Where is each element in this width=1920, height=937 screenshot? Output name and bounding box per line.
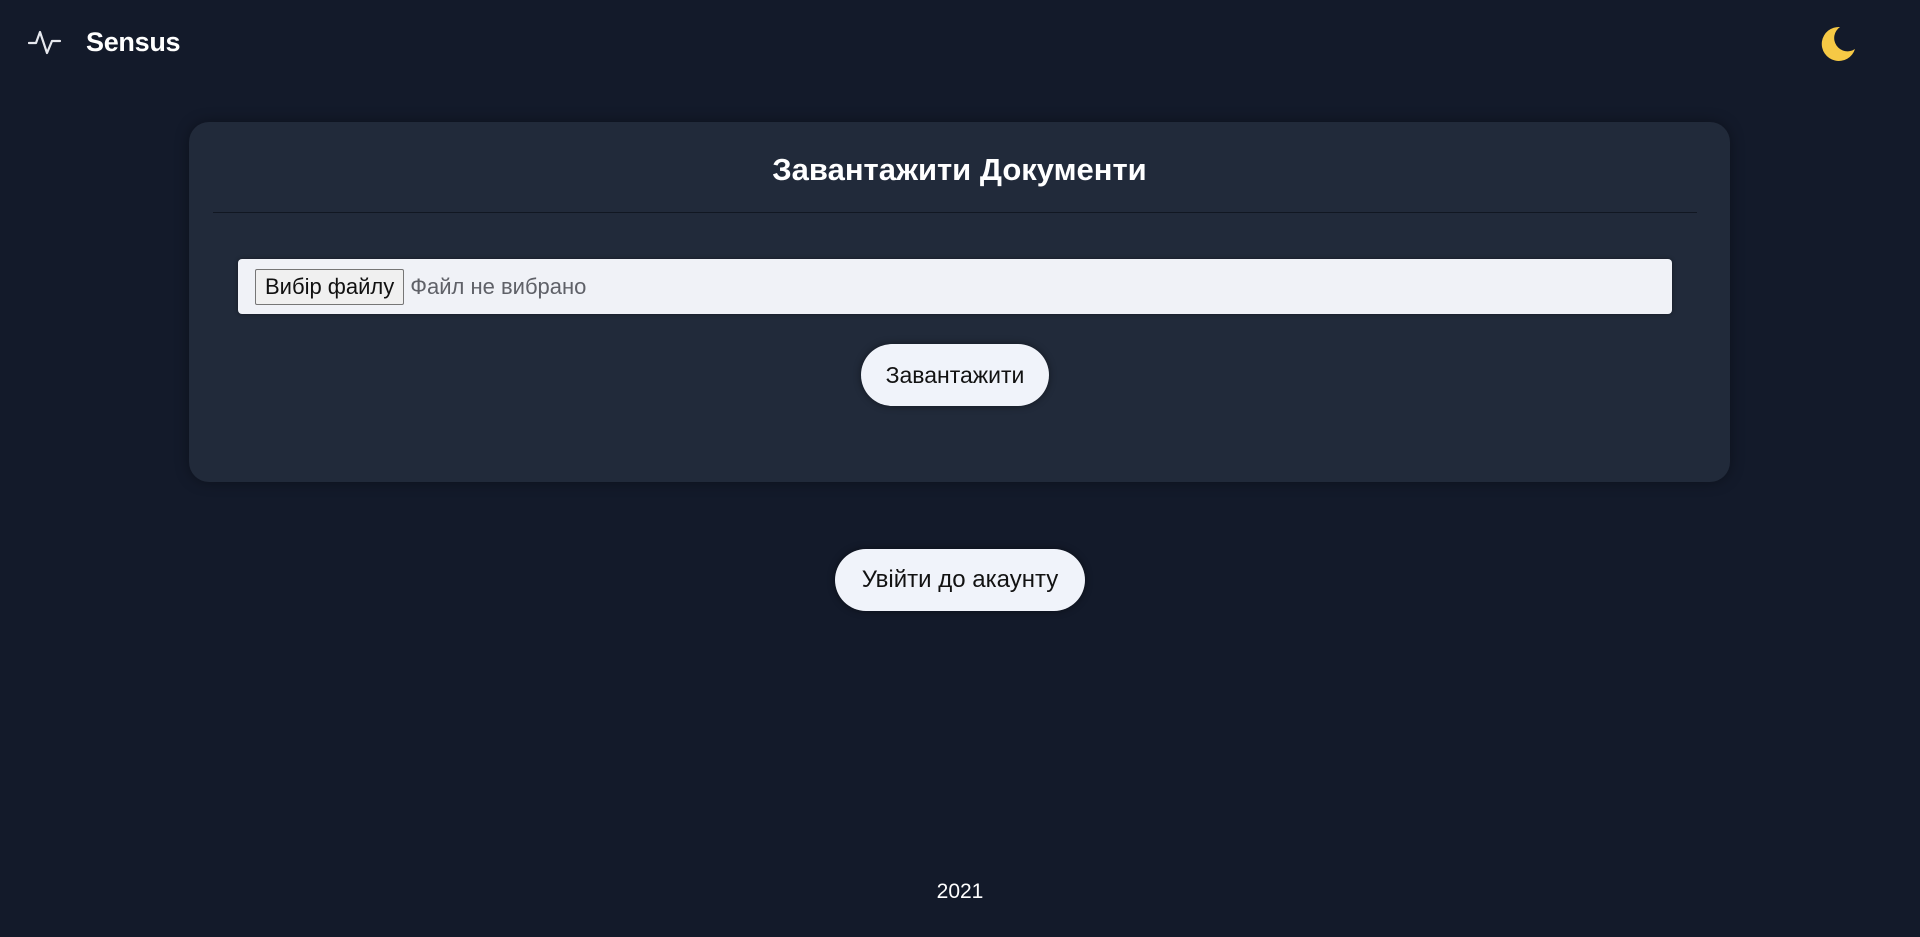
login-button[interactable]: Увійти до акаунту xyxy=(835,549,1085,611)
upload-card-title: Завантажити Документи xyxy=(772,152,1147,187)
page: Sensus Завантажити Документи Вибір файлу… xyxy=(0,0,1920,937)
moon-icon xyxy=(1821,26,1855,61)
file-input[interactable]: Вибір файлу Файл не вибрано xyxy=(238,259,1672,314)
card-divider xyxy=(213,212,1697,213)
brand-name: Sensus xyxy=(86,26,181,57)
app-header: Sensus xyxy=(0,0,1920,84)
upload-card: Завантажити Документи Вибір файлу Файл н… xyxy=(189,122,1730,482)
footer-year: 2021 xyxy=(936,880,984,903)
pulse-icon xyxy=(28,30,62,55)
choose-file-button[interactable]: Вибір файлу xyxy=(255,268,405,305)
file-status-text: Файл не вибрано xyxy=(410,273,587,299)
upload-button[interactable]: Завантажити xyxy=(861,344,1049,406)
theme-toggle-button[interactable] xyxy=(1818,24,1858,64)
brand-logo-link[interactable]: Sensus xyxy=(28,26,181,58)
